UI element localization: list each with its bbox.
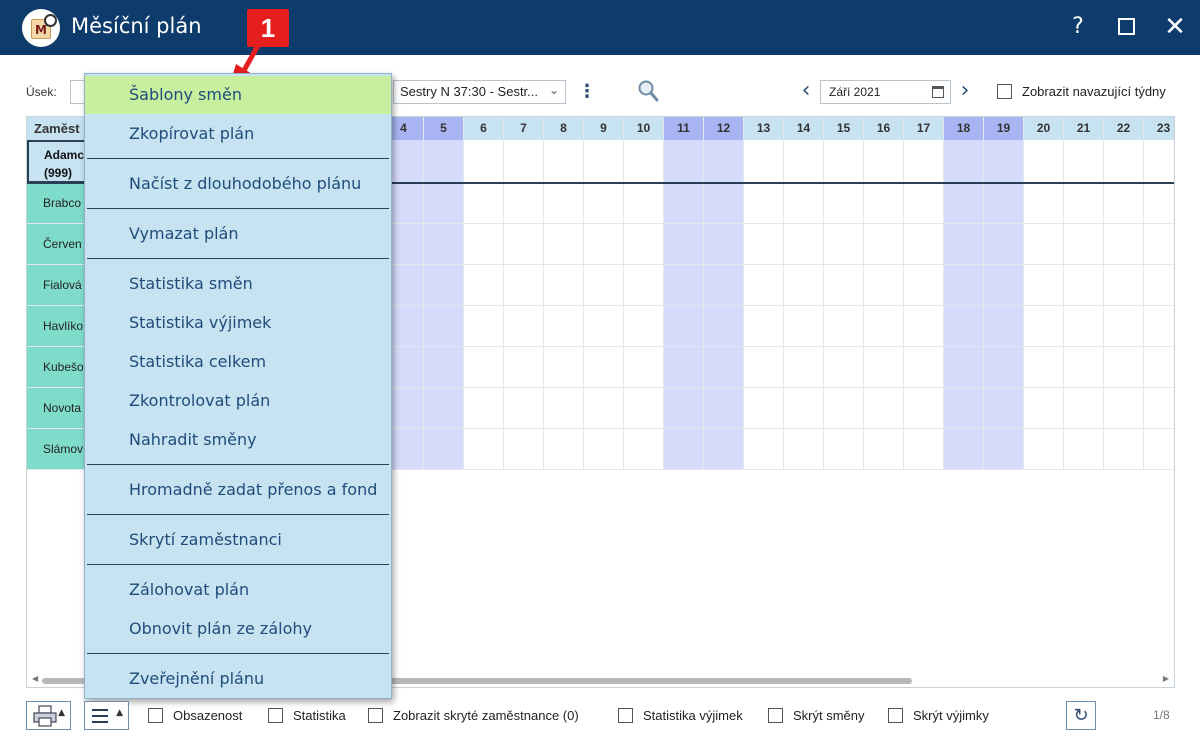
day-header-11: 11 [664, 117, 704, 140]
caret-up-icon: ▲ [116, 708, 123, 718]
print-button[interactable]: ▲ [26, 701, 71, 730]
employee-column-header: Zaměst [27, 117, 89, 140]
menu-separator [87, 208, 389, 209]
employee-row-selected[interactable]: Adamc (999) [27, 140, 89, 183]
day-header-6: 6 [464, 117, 504, 140]
bottom-checkbox[interactable] [368, 708, 383, 723]
menu-separator [87, 258, 389, 259]
day-header-21: 21 [1064, 117, 1104, 140]
day-header-20: 20 [1024, 117, 1064, 140]
day-header-8: 8 [544, 117, 584, 140]
day-header-5: 5 [424, 117, 464, 140]
clock-icon [44, 14, 57, 27]
bottom-checkbox-label: Statistika [293, 708, 346, 723]
window-title: Měsíční plán [71, 14, 202, 38]
menu-item[interactable]: Obnovit plán ze zálohy [85, 610, 391, 648]
day-header-10: 10 [624, 117, 664, 140]
day-header-16: 16 [864, 117, 904, 140]
calendar-picker-icon[interactable] [932, 86, 944, 98]
bottom-checkbox[interactable] [148, 708, 163, 723]
menu-item[interactable]: Statistika směn [85, 265, 391, 303]
refresh-button[interactable]: ↻ [1066, 701, 1096, 730]
caret-up-icon: ▲ [58, 708, 65, 718]
day-header-18: 18 [944, 117, 984, 140]
bottom-checkbox[interactable] [618, 708, 633, 723]
next-month-button[interactable]: › [957, 79, 973, 103]
day-header-14: 14 [784, 117, 824, 140]
menu-separator [87, 514, 389, 515]
menu-separator [87, 653, 389, 654]
bottom-checkbox-label: Skrýt výjimky [913, 708, 989, 723]
search-icon[interactable] [637, 79, 659, 103]
show-following-weeks-checkbox[interactable] [997, 84, 1012, 99]
employee-code: (999) [44, 166, 73, 180]
menu-button[interactable]: ▲ [84, 701, 129, 730]
bottom-checkbox-label: Zobrazit skryté zaměstnance (0) [393, 708, 579, 723]
hamburger-icon [92, 709, 108, 723]
day-header-7: 7 [504, 117, 544, 140]
menu-separator [87, 564, 389, 565]
scroll-left-icon[interactable]: ◀ [32, 674, 38, 683]
more-options-icon[interactable]: ⋮ [578, 81, 596, 103]
help-button[interactable]: ? [1063, 12, 1093, 42]
page-count: 1/8 [1153, 708, 1170, 722]
title-bar: M Měsíční plán ? ✕ [0, 0, 1200, 55]
shift-select[interactable]: Sestry N 37:30 - Sestr... ⌄ [393, 80, 566, 104]
month-value: Září 2021 [829, 85, 881, 99]
day-header-22: 22 [1104, 117, 1144, 140]
maximize-icon [1117, 18, 1135, 35]
bottom-checkbox[interactable] [888, 708, 903, 723]
employee-row[interactable]: Fialová [27, 265, 87, 306]
day-header-12: 12 [704, 117, 744, 140]
employee-row[interactable]: Novota [27, 388, 87, 429]
previous-month-button[interactable]: ‹ [798, 79, 814, 103]
menu-item[interactable]: Skrytí zaměstnanci [85, 521, 391, 559]
printer-icon [33, 705, 57, 727]
menu-item[interactable]: Statistika výjimek [85, 304, 391, 342]
day-header-9: 9 [584, 117, 624, 140]
app-icon: M [22, 9, 60, 47]
bottom-checkbox-label: Skrýt směny [793, 708, 865, 723]
menu-item[interactable]: Šablony směn [85, 76, 391, 114]
refresh-icon: ↻ [1073, 705, 1089, 726]
employee-row[interactable]: Brabco [27, 183, 87, 224]
shift-select-value: Sestry N 37:30 - Sestr... [400, 84, 538, 99]
employee-row[interactable]: Červen [27, 224, 87, 265]
close-button[interactable]: ✕ [1160, 12, 1190, 42]
day-header-17: 17 [904, 117, 944, 140]
menu-item[interactable]: Vymazat plán [85, 215, 391, 253]
menu-item[interactable]: Zveřejnění plánu [85, 660, 391, 698]
menu-item[interactable]: Statistika celkem [85, 343, 391, 381]
menu-item[interactable]: Zálohovat plán [85, 571, 391, 609]
menu-item[interactable]: Hromadně zadat přenos a fond [85, 471, 391, 509]
employee-row[interactable]: Slámov [27, 429, 87, 470]
menu-item[interactable]: Načíst z dlouhodobého plánu [85, 165, 391, 203]
employee-row[interactable]: Kubešo [27, 347, 87, 388]
day-header-13: 13 [744, 117, 784, 140]
show-following-weeks-label: Zobrazit navazující týdny [1022, 84, 1166, 99]
plan-menu: Šablony směn Zkopírovat plán Načíst z dlou… [84, 73, 392, 699]
bottom-checkbox[interactable] [768, 708, 783, 723]
bottom-checkbox-label: Obsazenost [173, 708, 243, 723]
menu-separator [87, 158, 389, 159]
bottom-checkbox-label: Statistika výjimek [643, 708, 743, 723]
day-header-15: 15 [824, 117, 864, 140]
maximize-button[interactable] [1111, 12, 1141, 42]
bottom-checkbox[interactable] [268, 708, 283, 723]
day-header-23: 23 [1144, 117, 1174, 140]
scroll-right-icon[interactable]: ▶ [1163, 674, 1169, 683]
employee-name: Adamc [44, 148, 85, 162]
employee-row[interactable]: Havlíko [27, 306, 87, 347]
month-picker[interactable]: Září 2021 [820, 80, 951, 104]
chevron-down-icon: ⌄ [548, 83, 559, 97]
menu-item[interactable]: Zkontrolovat plán [85, 382, 391, 420]
menu-separator [87, 464, 389, 465]
menu-item[interactable]: Zkopírovat plán [85, 115, 391, 153]
usek-label: Úsek: [26, 85, 57, 99]
day-header-19: 19 [984, 117, 1024, 140]
menu-item[interactable]: Nahradit směny [85, 421, 391, 459]
